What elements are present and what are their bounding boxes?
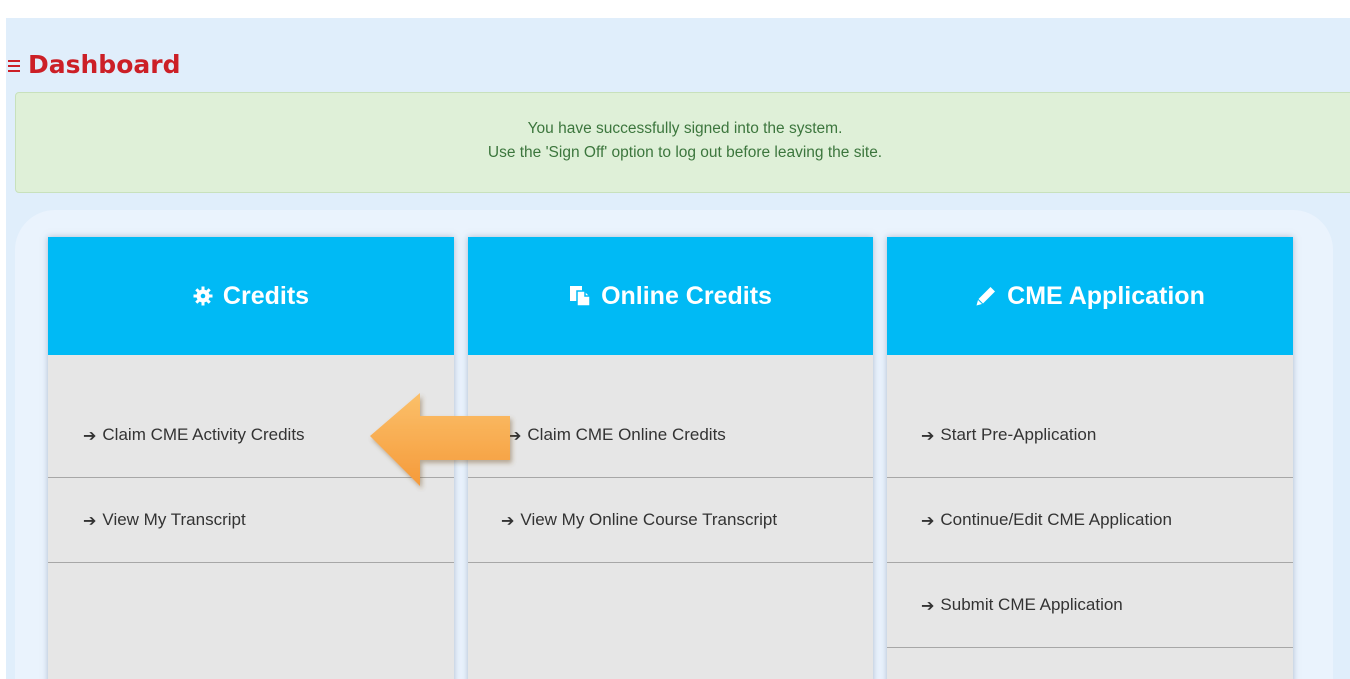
claim-online-credits-label: Claim CME Online Credits: [527, 425, 726, 444]
view-transcript-label: View My Transcript: [102, 510, 246, 529]
start-pre-application-link[interactable]: ➔ Start Pre-Application: [887, 393, 1293, 478]
alert-line-1: You have successfully signed into the sy…: [527, 120, 843, 137]
signin-success-alert: You have successfully signed into the sy…: [15, 92, 1350, 193]
online-credits-card-title: Online Credits: [601, 281, 772, 310]
claim-activity-credits-label: Claim CME Activity Credits: [102, 425, 305, 444]
view-online-transcript-link[interactable]: ➔ View My Online Course Transcript: [468, 478, 873, 563]
start-pre-application-label: Start Pre-Application: [940, 425, 1097, 444]
arrow-right-icon: ➔: [501, 510, 515, 530]
arrow-right-icon: ➔: [83, 510, 97, 530]
documents-icon: [569, 285, 591, 307]
arrow-right-icon: ➔: [921, 510, 935, 530]
continue-edit-application-link[interactable]: ➔ Continue/Edit CME Application: [887, 478, 1293, 563]
submit-application-label: Submit CME Application: [940, 595, 1123, 614]
view-online-transcript-label: View My Online Course Transcript: [520, 510, 778, 529]
online-credits-card: Online Credits ➔ Claim CME Online Credit…: [468, 237, 873, 679]
menu-icon[interactable]: [8, 59, 20, 72]
page-title: Dashboard: [8, 50, 180, 79]
alert-line-2: Use the 'Sign Off' option to log out bef…: [487, 144, 883, 161]
cme-application-card-header: CME Application: [887, 237, 1293, 355]
page-title-text: Dashboard: [28, 50, 181, 79]
arrow-pointer-icon: [370, 393, 510, 486]
arrow-right-icon: ➔: [921, 425, 935, 445]
claim-online-credits-link[interactable]: ➔ Claim CME Online Credits: [468, 393, 873, 478]
online-credits-links: ➔ Claim CME Online Credits ➔ View My Onl…: [468, 393, 873, 563]
arrow-right-icon: ➔: [83, 425, 97, 445]
gear-icon: [193, 286, 213, 306]
credits-card-title: Credits: [222, 281, 310, 310]
arrow-right-icon: ➔: [921, 595, 935, 615]
cme-application-card-title: CME Application: [1007, 281, 1205, 310]
cme-application-links: ➔ Start Pre-Application ➔ Continue/Edit …: [887, 393, 1293, 648]
online-credits-card-header: Online Credits: [468, 237, 873, 355]
pencil-icon: [975, 285, 997, 307]
continue-edit-application-label: Continue/Edit CME Application: [940, 510, 1172, 529]
credits-card-header: Credits: [48, 237, 454, 355]
submit-application-link[interactable]: ➔ Submit CME Application: [887, 563, 1293, 648]
cme-application-card: CME Application ➔ Start Pre-Application …: [887, 237, 1293, 679]
